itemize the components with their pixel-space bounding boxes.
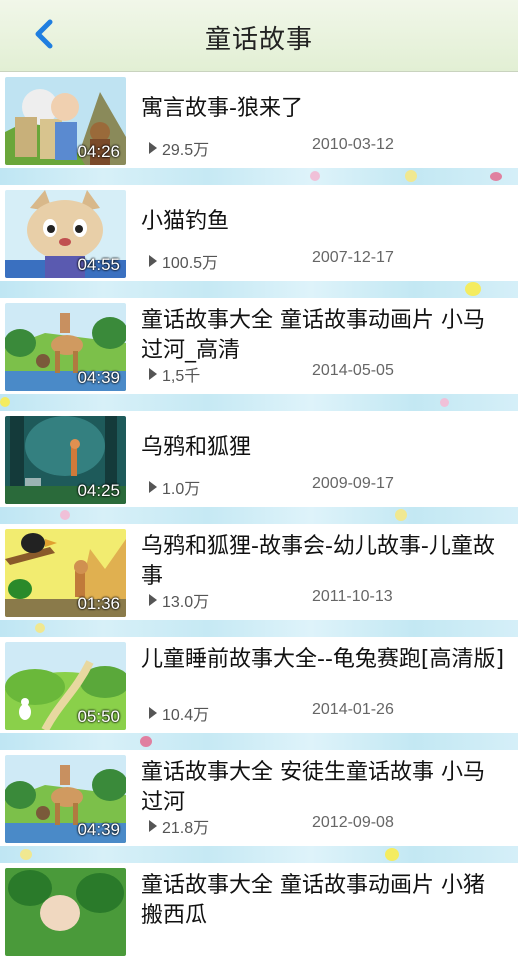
video-thumbnail: 01:36 [5, 529, 126, 617]
video-thumbnail: 04:39 [5, 303, 126, 391]
duration-badge: 04:55 [77, 255, 120, 274]
list-item[interactable]: 04:39 童话故事大全 童话故事动画片 小马过河_高清 1,5千 2014-0… [0, 298, 518, 394]
row-divider [0, 507, 518, 524]
upload-date: 2014-05-05 [312, 362, 394, 379]
row-divider [0, 168, 518, 185]
row-divider [0, 281, 518, 298]
upload-date: 2007-12-17 [312, 249, 394, 266]
view-count: 13.0万 [162, 594, 210, 611]
video-title: 儿童睡前故事大全--龟兔赛跑[高清版] [141, 647, 505, 672]
video-thumbnail [5, 868, 126, 956]
video-thumbnail: 05:50 [5, 642, 126, 730]
video-list: 04:26 寓言故事-狼来了 29.5万 2010-03-12 04:55 小猫… [0, 72, 518, 959]
row-divider [0, 846, 518, 863]
list-item[interactable]: 04:55 小猫钓鱼 100.5万 2007-12-17 [0, 185, 518, 281]
upload-date: 2012-09-08 [312, 814, 394, 831]
row-divider [0, 733, 518, 750]
view-count: 21.8万 [162, 820, 210, 837]
video-title: 乌鸦和狐狸 [141, 435, 252, 460]
play-count-icon [149, 820, 157, 832]
row-divider [0, 620, 518, 637]
upload-date: 2011-10-13 [312, 588, 393, 605]
video-thumbnail: 04:55 [5, 190, 126, 278]
video-title: 童话故事大全 童话故事动画片 小马过河_高清 [141, 308, 485, 363]
view-count: 1.0万 [162, 481, 201, 498]
duration-badge: 04:39 [77, 368, 120, 387]
list-item[interactable]: 童话故事大全 童话故事动画片 小猪搬西瓜 [0, 863, 518, 959]
view-count: 100.5万 [162, 255, 219, 272]
play-count-icon [149, 142, 157, 154]
list-item[interactable]: 04:26 寓言故事-狼来了 29.5万 2010-03-12 [0, 72, 518, 168]
play-count-icon [149, 594, 157, 606]
video-title: 乌鸦和狐狸-故事会-幼儿故事-儿童故事 [141, 534, 495, 589]
video-title: 童话故事大全 童话故事动画片 小猪搬西瓜 [141, 873, 485, 928]
list-item[interactable]: 04:39 童话故事大全 安徒生童话故事 小马过河 21.8万 2012-09-… [0, 750, 518, 846]
view-count: 1,5千 [162, 368, 201, 385]
video-thumbnail: 04:39 [5, 755, 126, 843]
page-title: 童话故事 [204, 25, 313, 55]
duration-badge: 01:36 [77, 594, 120, 613]
play-count-icon [149, 481, 157, 493]
video-title: 小猫钓鱼 [141, 209, 230, 234]
play-count-icon [149, 707, 157, 719]
duration-badge: 05:50 [77, 707, 120, 726]
upload-date: 2009-09-17 [312, 475, 394, 492]
duration-badge: 04:26 [77, 142, 120, 161]
list-item[interactable]: 05:50 儿童睡前故事大全--龟兔赛跑[高清版] 10.4万 2014-01-… [0, 637, 518, 733]
play-count-icon [149, 368, 157, 380]
upload-date: 2014-01-26 [312, 701, 394, 718]
row-divider [0, 394, 518, 411]
view-count: 29.5万 [162, 142, 210, 159]
upload-date: 2010-03-12 [312, 136, 394, 153]
list-item[interactable]: 04:25 乌鸦和狐狸 1.0万 2009-09-17 [0, 411, 518, 507]
navigation-bar: 童话故事 [0, 0, 518, 72]
video-title: 童话故事大全 安徒生童话故事 小马过河 [141, 760, 485, 815]
duration-badge: 04:25 [77, 481, 120, 500]
list-item[interactable]: 01:36 乌鸦和狐狸-故事会-幼儿故事-儿童故事 13.0万 2011-10-… [0, 524, 518, 620]
view-count: 10.4万 [162, 707, 210, 724]
video-thumbnail: 04:25 [5, 416, 126, 504]
video-title: 寓言故事-狼来了 [141, 96, 303, 121]
duration-badge: 04:39 [77, 820, 120, 839]
play-count-icon [149, 255, 157, 267]
video-thumbnail: 04:26 [5, 77, 126, 165]
